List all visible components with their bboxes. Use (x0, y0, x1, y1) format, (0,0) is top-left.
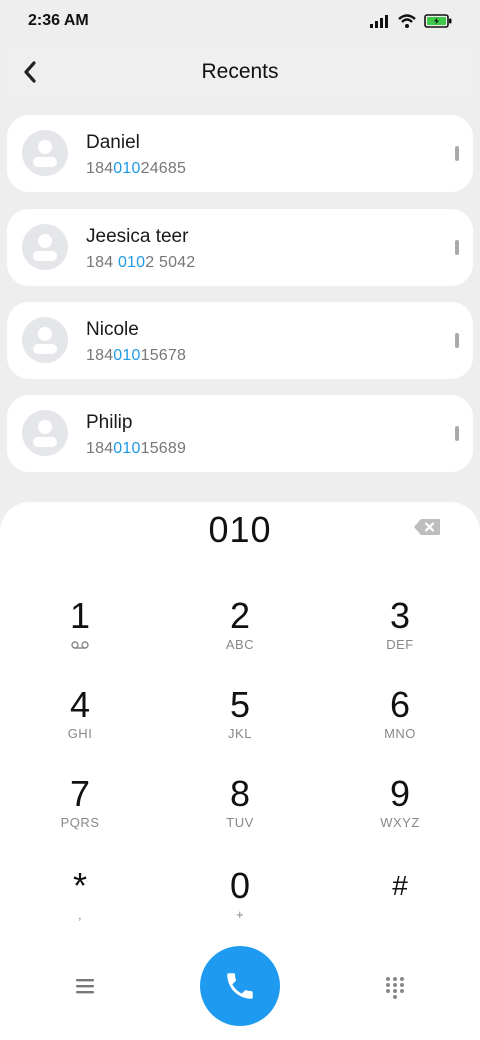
bottom-bar (0, 946, 480, 1026)
contact-number: 18401015678 (86, 347, 187, 364)
key-digit: 3 (389, 595, 411, 636)
key-digit: 6 (389, 684, 411, 725)
contact-number: 18401015689 (86, 440, 187, 457)
key-letters: MNO (384, 726, 416, 741)
menu-icon (76, 979, 94, 994)
card-handle[interactable] (455, 146, 459, 161)
menu-button[interactable] (70, 976, 100, 998)
backspace-icon (414, 519, 440, 535)
key-letters: GHI (67, 726, 93, 741)
status-icons (370, 14, 452, 28)
key-letters: ABC (225, 637, 255, 652)
key-letters: , (77, 907, 83, 922)
status-time: 2:36 AM (28, 12, 89, 29)
key-letters: WXYZ (380, 815, 420, 830)
key-letters: PQRS (60, 815, 100, 830)
battery-charging-icon (424, 14, 452, 28)
key-digit: 4 (69, 684, 91, 725)
key-letters: TUV (226, 815, 254, 830)
avatar (22, 224, 68, 270)
status-bar: 2:36 AM (0, 0, 480, 42)
contact-name: Jeesica teer (86, 226, 189, 247)
key-1[interactable]: 1 (20, 596, 140, 676)
key-star[interactable]: * , (20, 866, 140, 946)
key-letters: JKL (228, 726, 252, 741)
key-2[interactable]: 2 ABC (180, 596, 300, 676)
avatar (22, 130, 68, 176)
card-handle[interactable] (455, 333, 459, 348)
key-digit: 0 (229, 865, 251, 906)
key-digit: 8 (229, 773, 251, 814)
page-title: Recents (201, 60, 279, 83)
voicemail-icon (71, 641, 89, 649)
contact-number: 184 0102 5042 (86, 254, 196, 271)
key-9[interactable]: 9 WXYZ (340, 774, 460, 854)
key-digit: 5 (229, 684, 251, 725)
dialpad-toggle-button[interactable] (384, 976, 406, 1000)
contact-number: 18401024685 (86, 160, 187, 177)
recent-contact-card[interactable]: Philip 18401015689 (7, 395, 473, 472)
avatar (22, 410, 68, 456)
contact-name: Nicole (86, 319, 139, 340)
key-digit: 1 (69, 595, 91, 636)
key-digit: * (72, 865, 87, 906)
card-handle[interactable] (455, 240, 459, 255)
dialpad-icon (386, 977, 404, 999)
key-0[interactable]: 0 + (180, 866, 300, 946)
recent-contact-card[interactable]: Nicole 18401015678 (7, 302, 473, 379)
key-letters: + (235, 907, 245, 922)
back-button[interactable] (14, 54, 46, 90)
recent-contact-card[interactable]: Daniel 18401024685 (7, 115, 473, 192)
key-digit: 7 (69, 773, 91, 814)
key-5[interactable]: 5 JKL (180, 685, 300, 765)
card-handle[interactable] (455, 426, 459, 441)
key-letters: DEF (386, 637, 414, 652)
key-3[interactable]: 3 DEF (340, 596, 460, 676)
dial-input[interactable]: 010 (0, 506, 480, 554)
wifi-icon (398, 14, 416, 28)
key-digit: 9 (389, 773, 411, 814)
contact-name: Philip (86, 412, 133, 433)
key-4[interactable]: 4 GHI (20, 685, 140, 765)
chevron-left-icon (24, 61, 36, 83)
key-digit: # (392, 870, 408, 901)
recent-contact-card[interactable]: Jeesica teer 184 0102 5042 (7, 209, 473, 286)
header: Recents (6, 42, 474, 102)
key-digit: 2 (229, 595, 251, 636)
key-8[interactable]: 8 TUV (180, 774, 300, 854)
key-hash[interactable]: # (340, 866, 460, 946)
phone-icon (227, 973, 253, 999)
contact-name: Daniel (86, 132, 140, 153)
key-7[interactable]: 7 PQRS (20, 774, 140, 854)
signal-icon (370, 14, 388, 28)
call-button[interactable] (200, 946, 280, 1026)
backspace-button[interactable] (412, 516, 442, 538)
avatar (22, 317, 68, 363)
key-6[interactable]: 6 MNO (340, 685, 460, 765)
